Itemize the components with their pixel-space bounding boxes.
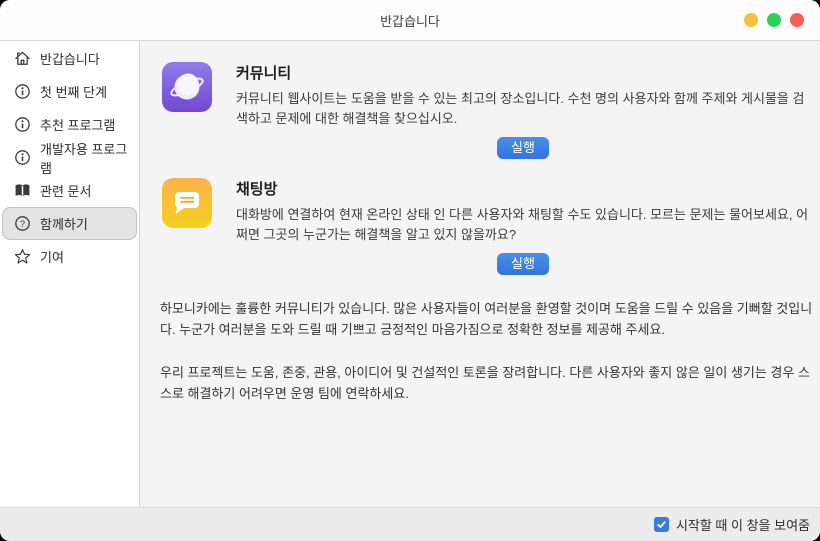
info-icon [14,83,31,100]
chat-app-icon [162,178,212,228]
minimize-button[interactable] [744,13,758,27]
star-icon [14,248,31,265]
sidebar-item-recommended-apps[interactable]: 추천 프로그램 [0,108,139,141]
close-button[interactable] [790,13,804,27]
info-icon [14,116,31,133]
checkmark-icon [656,519,667,530]
main-content: 커뮤니티 커뮤니티 웹사이트는 도움을 받을 수 있는 최고의 장소입니다. 수… [140,41,820,507]
chat-title: 채팅방 [236,178,810,199]
community-info-text: 하모니카에는 훌륭한 커뮤니티가 있습니다. 많은 사용자들이 여러분을 환영할… [160,298,815,404]
sidebar-item-label: 함께하기 [40,214,88,233]
maximize-button[interactable] [767,13,781,27]
community-app-icon [162,62,212,112]
chat-section: 채팅방 대화방에 연결하여 현재 온라인 상태 인 다른 사용자와 채팅할 수도… [162,178,810,275]
sidebar-item-label: 추천 프로그램 [40,115,115,134]
community-description: 커뮤니티 웹사이트는 도움을 받을 수 있는 최고의 장소입니다. 수천 명의 … [236,89,810,129]
chat-description: 대화방에 연결하여 현재 온라인 상태 인 다른 사용자와 채팅할 수도 있습니… [236,205,810,245]
svg-text:?: ? [20,219,25,229]
community-run-button[interactable]: 실행 [497,137,549,159]
sidebar-item-documentation[interactable]: 관련 문서 [0,174,139,207]
info-icon [14,149,31,166]
sidebar-item-label: 관련 문서 [40,181,91,200]
titlebar[interactable]: 반갑습니다 [0,0,820,41]
book-icon [14,182,31,199]
sidebar-item-label: 기여 [40,247,64,266]
community-title: 커뮤니티 [236,62,810,83]
sidebar-item-label: 첫 번째 단계 [40,82,107,101]
sidebar-item-label: 개발자용 프로그램 [40,139,138,177]
home-icon [14,50,31,67]
help-icon: ? [14,215,31,232]
footer-bar: 시작할 때 이 창을 보여줌 [0,507,820,541]
sidebar: 반갑습니다 첫 번째 단계 추천 프로그램 [0,41,140,507]
welcome-window: 반갑습니다 반갑습니다 첫 번째 단계 [0,0,820,541]
sidebar-item-label: 반갑습니다 [40,49,100,68]
window-title: 반갑습니다 [380,11,440,30]
community-section: 커뮤니티 커뮤니티 웹사이트는 도움을 받을 수 있는 최고의 장소입니다. 수… [162,62,810,159]
paragraph-community-welcome: 하모니카에는 훌륭한 커뮤니티가 있습니다. 많은 사용자들이 여러분을 환영할… [160,298,815,340]
paragraph-project-conduct: 우리 프로젝트는 도움, 존중, 관용, 아이디어 및 건설적인 토론을 장려합… [160,362,815,404]
chat-run-button[interactable]: 실행 [497,253,549,275]
show-on-startup-label[interactable]: 시작할 때 이 창을 보여줌 [676,515,810,534]
sidebar-item-contribute[interactable]: 기여 [0,240,139,273]
sidebar-item-get-involved[interactable]: ? 함께하기 [2,207,137,240]
window-controls [744,0,804,40]
sidebar-item-first-steps[interactable]: 첫 번째 단계 [0,75,139,108]
sidebar-item-developer-apps[interactable]: 개발자용 프로그램 [0,141,139,174]
sidebar-item-welcome[interactable]: 반갑습니다 [0,42,139,75]
show-on-startup-checkbox[interactable] [654,517,669,532]
